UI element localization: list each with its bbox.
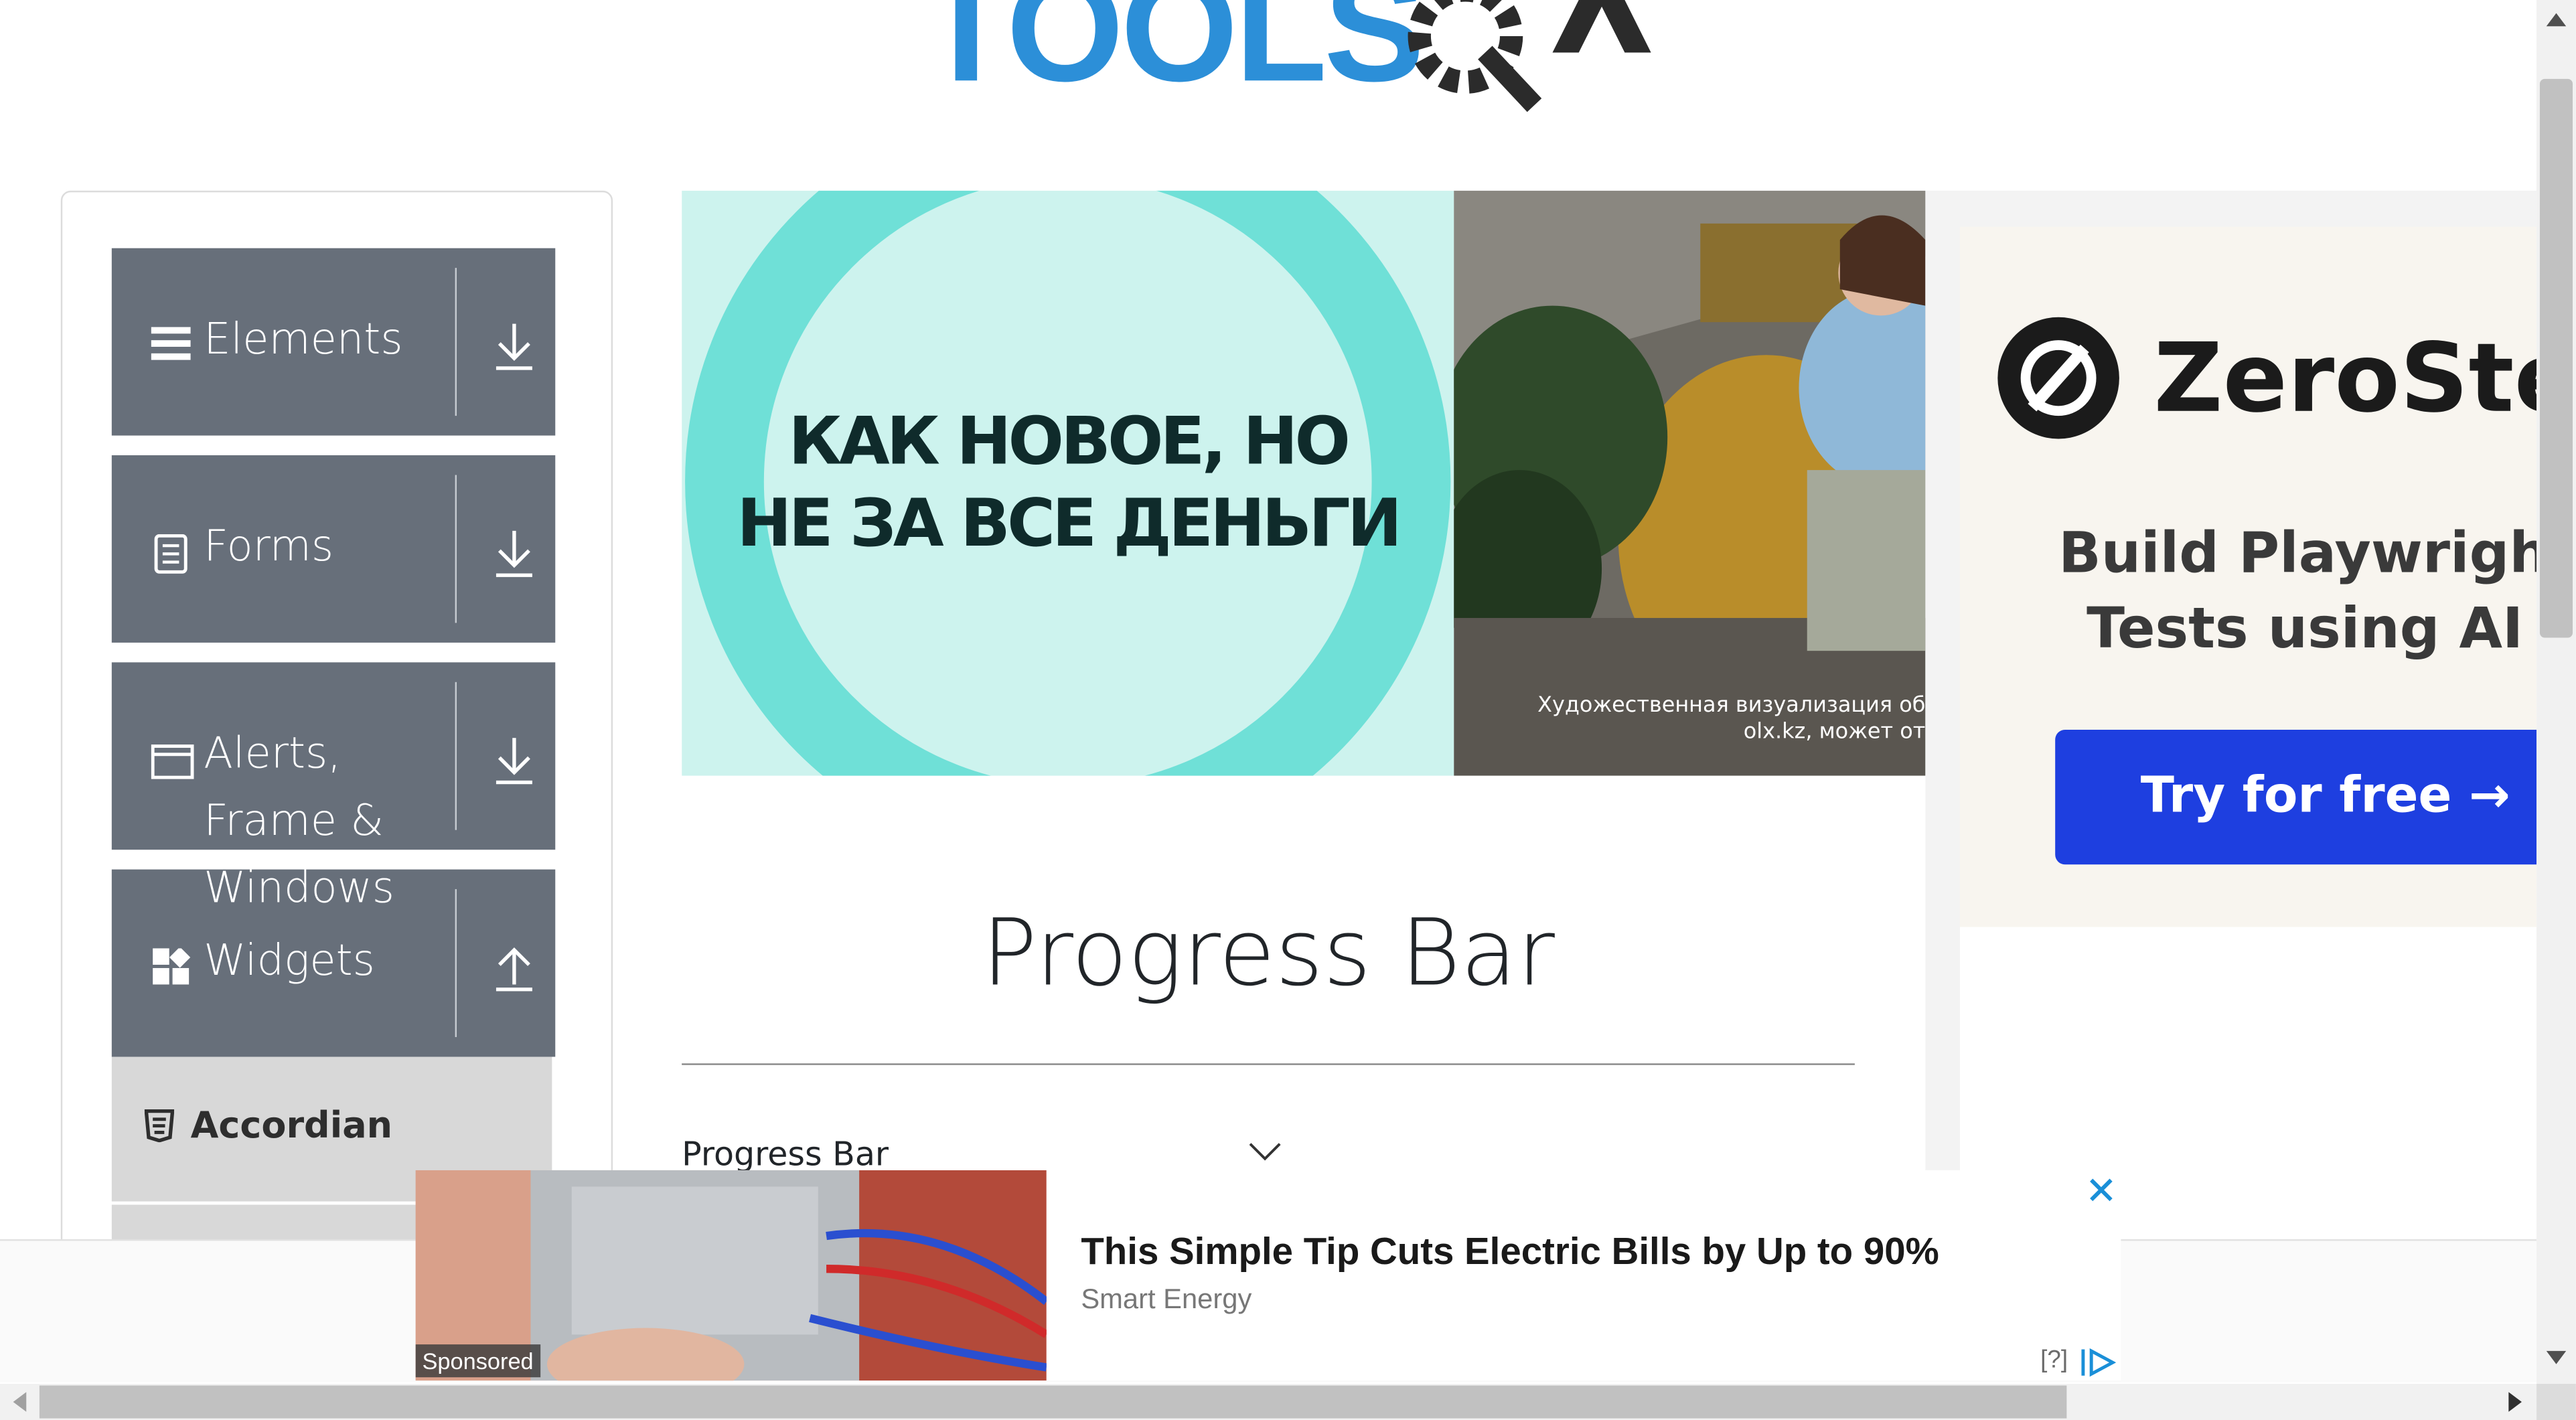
vertical-scrollbar-thumb[interactable] <box>2539 78 2573 638</box>
scroll-up-arrow-icon[interactable] <box>2543 10 2569 29</box>
scroll-down-arrow-icon[interactable] <box>2543 1348 2569 1367</box>
ad-caption-line2: olx.kz, может от <box>1743 720 1926 745</box>
ad-headline: КАК НОВОЕ, НО НЕ ЗА ВСЕ ДЕНЬГИ <box>714 401 1421 565</box>
zerostep-logo-icon <box>1997 317 2119 439</box>
sponsored-tag: Sponsored <box>415 1344 540 1378</box>
progress-bar-section-label[interactable]: Progress Bar <box>682 1134 889 1174</box>
group-alerts-label-line2: Frame & <box>204 797 384 847</box>
right-ad[interactable]: ZeroSte Build Playwright Tests using AI … <box>1925 190 2537 1243</box>
try-for-free-button[interactable]: Try for free → <box>2055 729 2537 865</box>
menu-item-accordian-label: Accordian <box>190 1106 393 1148</box>
group-elements-label: Elements <box>204 315 403 365</box>
group-elements[interactable]: Elements <box>111 248 556 436</box>
scrollbar-corner <box>2536 1384 2576 1420</box>
download-arrow-icon <box>496 738 532 785</box>
group-forms-label: Forms <box>204 522 334 572</box>
promo-line1: Build Playwright <box>2058 521 2537 587</box>
group-alerts-label-line3: Windows <box>204 864 394 914</box>
ad-banner[interactable]: КАК НОВОЕ, НО НЕ ЗА ВСЕ ДЕНЬГИ Художеств… <box>682 190 1926 776</box>
group-widgets-label: Widgets <box>204 937 375 986</box>
divider <box>455 475 457 623</box>
divider <box>455 889 457 1038</box>
close-icon[interactable] <box>2083 1172 2119 1208</box>
download-arrow-icon <box>496 323 532 370</box>
window-icon <box>151 744 194 779</box>
bottom-ad-source: Smart Energy <box>1081 1283 1252 1315</box>
group-alerts-label-line1: Alerts, <box>204 729 342 779</box>
group-forms[interactable]: Forms <box>111 455 556 643</box>
title-divider <box>682 1063 1855 1065</box>
chevron-down-icon[interactable] <box>1249 1142 1282 1162</box>
adchoices-icon[interactable] <box>2080 1348 2116 1377</box>
right-ad-card: ZeroSte Build Playwright Tests using AI … <box>1959 226 2537 927</box>
promo-text: Build Playwright Tests using AI <box>2058 516 2536 667</box>
scroll-left-arrow-icon[interactable] <box>10 1391 29 1413</box>
toolsqa-logo[interactable]: TOOLS <box>920 0 1659 112</box>
ad-photo-woman-on-sofa <box>1454 190 1926 776</box>
gear-icon <box>1408 0 1542 112</box>
ad-caption: Художественная визуализация об olx.kz, м… <box>1454 694 1925 746</box>
ad-headline-line2: НЕ ЗА ВСЕ ДЕНЬГИ <box>737 486 1402 562</box>
logo-a-shape <box>1552 0 1651 53</box>
promo-line2: Tests using AI <box>2087 597 2524 663</box>
page-title: Progress Bar <box>982 900 1555 1008</box>
ad-teal-panel: КАК НОВОЕ, НО НЕ ЗА ВСЕ ДЕНЬГИ <box>682 190 1454 776</box>
upload-arrow-icon <box>496 947 532 992</box>
hamburger-icon <box>151 327 191 360</box>
download-arrow-icon <box>496 530 532 577</box>
bottom-ad-title[interactable]: This Simple Tip Cuts Electric Bills by U… <box>1081 1229 1939 1273</box>
horizontal-scrollbar-thumb[interactable] <box>39 1385 2067 1419</box>
widgets-icon <box>153 948 191 985</box>
group-alerts-frame-windows[interactable]: Alerts, Frame & <box>111 662 556 850</box>
brand-name: ZeroSte <box>2153 322 2537 435</box>
ad-caption-line1: Художественная визуализация об <box>1537 693 1926 718</box>
adchoices-text[interactable]: [?] <box>2040 1346 2068 1374</box>
document-icon <box>154 534 187 574</box>
logo-tools-text: TOOLS <box>919 0 1425 114</box>
scroll-right-arrow-icon[interactable] <box>2505 1391 2524 1413</box>
divider <box>455 682 457 830</box>
ad-headline-line1: КАК НОВОЕ, НО <box>788 404 1350 480</box>
html5-icon <box>144 1109 175 1143</box>
divider <box>455 268 457 416</box>
